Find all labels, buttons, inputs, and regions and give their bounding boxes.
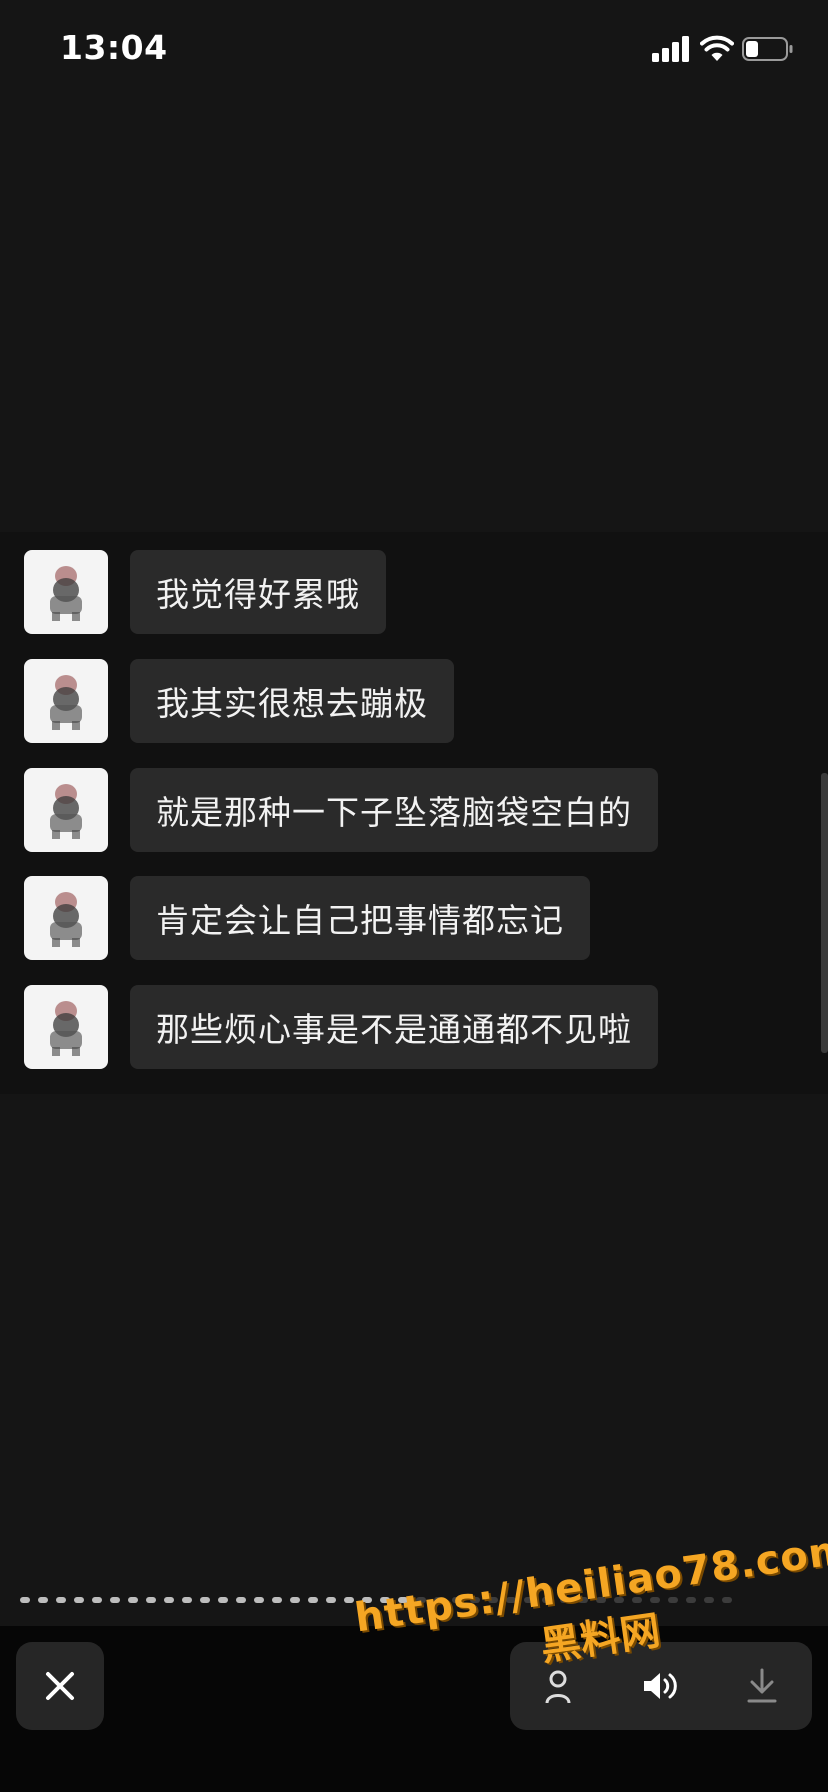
progress-segment [524,1597,534,1603]
progress-segment [326,1597,336,1603]
progress-segment [686,1597,696,1603]
progress-segment [542,1597,552,1603]
avatar-figure-icon [50,566,82,621]
chat-message: 那些烦心事是不是通通都不见啦 [24,985,658,1069]
progress-segment [236,1597,246,1603]
progress-segment [632,1597,642,1603]
action-group [510,1642,812,1730]
bottom-toolbar [0,1626,828,1792]
message-bubble: 我觉得好累哦 [130,550,386,634]
chat-message: 我其实很想去蹦极 [24,659,454,743]
chat-message: 我觉得好累哦 [24,550,386,634]
share-icon [545,1670,571,1704]
progress-segment [254,1597,264,1603]
progress-segment [110,1597,120,1603]
avatar[interactable] [24,985,108,1069]
progress-segment [470,1597,480,1603]
progress-segment [488,1597,498,1603]
avatar-figure-icon [50,892,82,947]
chat-message: 就是那种一下子坠落脑袋空白的 [24,768,658,852]
avatar[interactable] [24,550,108,634]
progress-segment [398,1597,408,1603]
progress-segment [164,1597,174,1603]
progress-segment [362,1597,372,1603]
volume-icon [644,1673,677,1699]
message-bubble: 我其实很想去蹦极 [130,659,454,743]
close-icon [46,1672,74,1700]
progress-segment [614,1597,624,1603]
progress-segment [200,1597,210,1603]
progress-segment [380,1597,390,1603]
avatar[interactable] [24,768,108,852]
chat-message: 肯定会让自己把事情都忘记 [24,876,590,960]
download-button[interactable] [718,1642,806,1730]
screen: 13:04 我觉得好累哦 我其实很想去蹦极 就是那种一下子坠落脑袋空白的 肯定会… [0,0,828,1792]
avatar[interactable] [24,659,108,743]
message-bubble: 就是那种一下子坠落脑袋空白的 [130,768,658,852]
avatar-figure-icon [50,784,82,839]
cellular-signal-icon [652,36,689,62]
avatar[interactable] [24,876,108,960]
progress-segment [20,1597,30,1603]
progress-segment [128,1597,138,1603]
progress-segment [38,1597,48,1603]
wifi-icon [700,35,734,61]
progress-segment [218,1597,228,1603]
progress-segment [452,1597,462,1603]
progress-segment [308,1597,318,1603]
progress-segment [146,1597,156,1603]
scroll-indicator[interactable] [821,773,828,1053]
download-icon [747,1668,777,1703]
progress-segment [722,1597,732,1603]
chat-panel[interactable]: 我觉得好累哦 我其实很想去蹦极 就是那种一下子坠落脑袋空白的 肯定会让自己把事情… [0,532,828,1094]
progress-segment [560,1597,570,1603]
progress-segment [434,1597,444,1603]
progress-segment [344,1597,354,1603]
progress-segment [668,1597,678,1603]
progress-segment [290,1597,300,1603]
status-time: 13:04 [60,28,168,67]
battery-icon [742,37,793,61]
close-button[interactable] [16,1642,104,1730]
progress-segment [650,1597,660,1603]
status-bar: 13:04 [0,0,828,100]
progress-segment [416,1597,426,1603]
story-progress[interactable] [20,1597,810,1605]
progress-segment [182,1597,192,1603]
avatar-figure-icon [50,675,82,730]
share-button[interactable] [514,1642,602,1730]
progress-segment [506,1597,516,1603]
message-bubble: 那些烦心事是不是通通都不见啦 [130,985,658,1069]
progress-segment [92,1597,102,1603]
progress-segment [272,1597,282,1603]
progress-segment [596,1597,606,1603]
progress-segment [74,1597,84,1603]
volume-button[interactable] [617,1642,705,1730]
watermark-url: https://heiliao78.com [352,1526,828,1642]
progress-segment [704,1597,714,1603]
progress-segment [56,1597,66,1603]
avatar-figure-icon [50,1001,82,1056]
progress-segment [578,1597,588,1603]
message-bubble: 肯定会让自己把事情都忘记 [130,876,590,960]
